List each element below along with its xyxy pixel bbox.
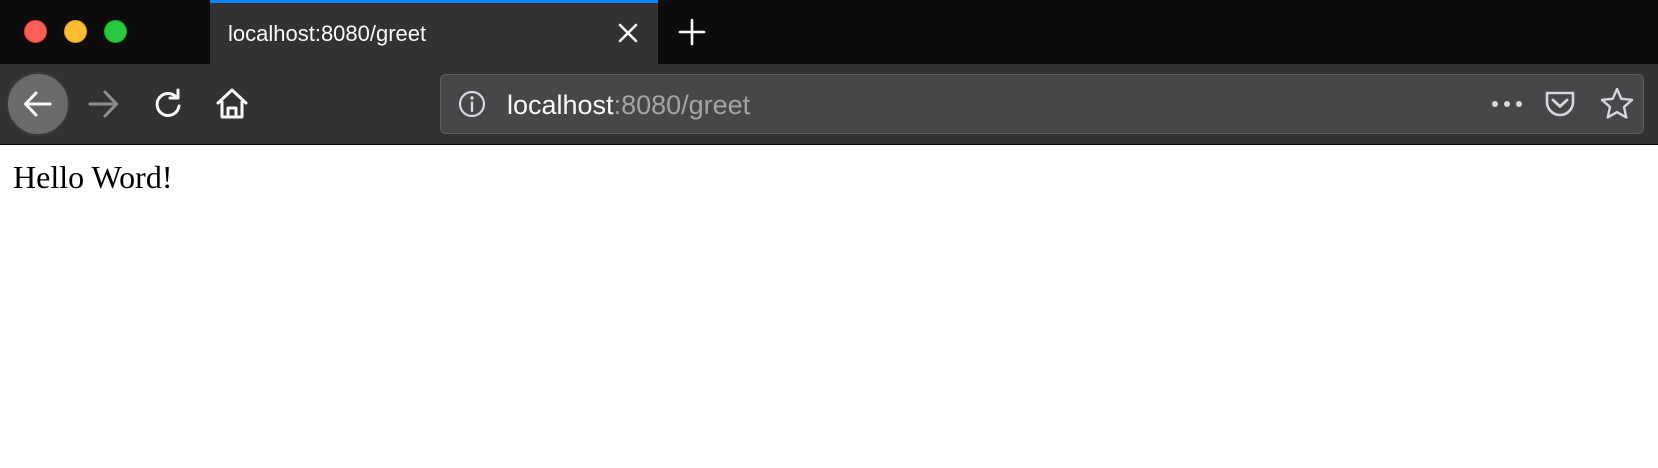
url-host: localhost <box>507 90 614 120</box>
close-icon[interactable] <box>614 19 642 47</box>
page-body-text: Hello Word! <box>13 159 173 195</box>
more-horizontal-icon[interactable] <box>1487 89 1527 119</box>
pocket-icon[interactable] <box>1543 87 1577 121</box>
plus-icon[interactable] <box>676 16 708 48</box>
window-minimize-button[interactable] <box>64 20 87 43</box>
back-button[interactable] <box>6 72 70 136</box>
window-close-button[interactable] <box>24 20 47 43</box>
home-icon[interactable] <box>214 86 250 122</box>
window-maximize-button[interactable] <box>104 20 127 43</box>
url-text[interactable]: localhost:8080/greet <box>507 89 750 121</box>
reload-icon[interactable] <box>150 86 186 122</box>
navigation-toolbar: localhost:8080/greet <box>0 64 1658 145</box>
forward-arrow-icon[interactable] <box>86 86 122 122</box>
star-icon[interactable] <box>1599 86 1635 122</box>
address-bar[interactable]: localhost:8080/greet <box>440 74 1644 134</box>
tab-active[interactable]: localhost:8080/greet <box>210 0 658 64</box>
tab-title: localhost:8080/greet <box>228 21 427 46</box>
back-arrow-icon <box>24 91 52 117</box>
url-path: :8080/greet <box>613 90 751 120</box>
browser-window: localhost:8080/greet localhost:8080/gree… <box>0 0 1658 468</box>
info-icon[interactable] <box>457 89 487 119</box>
tab-strip: localhost:8080/greet <box>0 0 1658 64</box>
page-content: Hello Word! <box>0 145 1658 468</box>
